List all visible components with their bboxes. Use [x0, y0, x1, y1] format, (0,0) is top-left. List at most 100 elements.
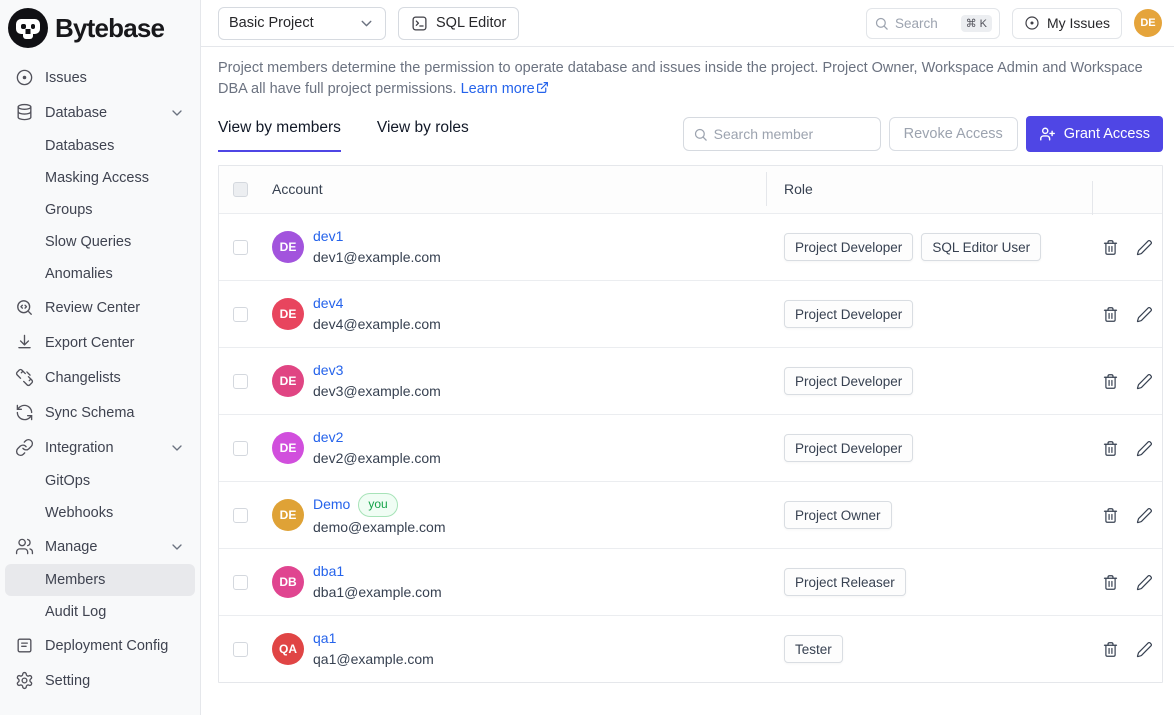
- select-all-checkbox[interactable]: [233, 182, 248, 197]
- member-email: dev2@example.com: [313, 448, 441, 469]
- member-email: qa1@example.com: [313, 649, 434, 670]
- project-select[interactable]: Basic Project: [218, 7, 386, 40]
- external-link-icon: [536, 81, 549, 94]
- sidebar-item-webhooks[interactable]: Webhooks: [5, 497, 195, 529]
- search-icon: [874, 16, 889, 31]
- sidebar-item-slow-queries[interactable]: Slow Queries: [5, 226, 195, 258]
- sidebar-item-sync-schema[interactable]: Sync Schema: [5, 395, 195, 430]
- tab-view-by-members[interactable]: View by members: [218, 119, 341, 152]
- you-badge: you: [358, 493, 397, 517]
- member-name-link[interactable]: dba1: [313, 561, 344, 582]
- sidebar-item-label: Export Center: [45, 335, 185, 351]
- sidebar-item-label: Slow Queries: [45, 234, 131, 250]
- search-member-box: [683, 117, 881, 151]
- sidebar-item-members[interactable]: Members: [5, 564, 195, 596]
- revoke-access-button[interactable]: Revoke Access: [889, 117, 1018, 151]
- sidebar-item-label: Database: [45, 105, 169, 121]
- search-shortcut-badge: ⌘ K: [961, 15, 992, 32]
- tab-view-by-roles[interactable]: View by roles: [377, 119, 469, 152]
- sidebar-item-changelists[interactable]: Changelists: [5, 360, 195, 395]
- edit-member-icon[interactable]: [1136, 373, 1153, 390]
- role-badges: Project Releaser: [766, 568, 1093, 596]
- member-email: dev4@example.com: [313, 314, 441, 335]
- sidebar-item-audit-log[interactable]: Audit Log: [5, 596, 195, 628]
- delete-member-icon[interactable]: [1102, 507, 1119, 524]
- delete-member-icon[interactable]: [1102, 440, 1119, 457]
- avatar: DE: [272, 432, 304, 464]
- edit-member-icon[interactable]: [1136, 440, 1153, 457]
- grant-access-button[interactable]: Grant Access: [1026, 116, 1163, 152]
- edit-member-icon[interactable]: [1136, 239, 1153, 256]
- edit-member-icon[interactable]: [1136, 507, 1153, 524]
- row-checkbox[interactable]: [233, 575, 248, 590]
- sidebar-item-label: Setting: [45, 673, 185, 689]
- sidebar-item-setting[interactable]: Setting: [5, 663, 195, 698]
- table-row: DE dev3 dev3@example.com Project Develop…: [219, 347, 1162, 414]
- edit-member-icon[interactable]: [1136, 306, 1153, 323]
- delete-member-icon[interactable]: [1102, 373, 1119, 390]
- global-search-input[interactable]: Search ⌘ K: [866, 8, 1000, 39]
- row-checkbox[interactable]: [233, 642, 248, 657]
- delete-member-icon[interactable]: [1102, 306, 1119, 323]
- row-checkbox[interactable]: [233, 307, 248, 322]
- sidebar-item-database[interactable]: Database: [5, 95, 195, 130]
- search-member-input[interactable]: [714, 126, 871, 142]
- members-toolbar: View by members View by roles Revoke Acc…: [218, 116, 1163, 152]
- role-badges: Project Developer: [766, 367, 1093, 395]
- role-badge: SQL Editor User: [921, 233, 1041, 261]
- sidebar-item-issues[interactable]: Issues: [5, 60, 195, 95]
- my-issues-button[interactable]: My Issues: [1012, 8, 1122, 39]
- project-select-value: Basic Project: [229, 15, 358, 31]
- search-placeholder: Search: [895, 16, 955, 31]
- sidebar-item-integration[interactable]: Integration: [5, 430, 195, 465]
- delete-member-icon[interactable]: [1102, 641, 1119, 658]
- member-name-link[interactable]: dev2: [313, 427, 343, 448]
- sidebar-item-manage[interactable]: Manage: [5, 529, 195, 564]
- sidebar-item-label: Groups: [45, 202, 93, 218]
- member-email: dba1@example.com: [313, 582, 442, 603]
- sidebar-item-label: Deployment Config: [45, 638, 185, 654]
- member-name-link[interactable]: dev3: [313, 360, 343, 381]
- sidebar-item-databases[interactable]: Databases: [5, 130, 195, 162]
- sidebar: Bytebase Issues Database Databases Maski…: [0, 0, 201, 715]
- sidebar-item-groups[interactable]: Groups: [5, 194, 195, 226]
- member-email: dev1@example.com: [313, 247, 441, 268]
- sql-editor-button[interactable]: SQL Editor: [398, 7, 519, 40]
- role-badge: Project Owner: [784, 501, 892, 529]
- edit-member-icon[interactable]: [1136, 574, 1153, 591]
- delete-member-icon[interactable]: [1102, 239, 1119, 256]
- row-checkbox[interactable]: [233, 240, 248, 255]
- sidebar-item-review-center[interactable]: Review Center: [5, 290, 195, 325]
- avatar: DE: [272, 298, 304, 330]
- avatar: DE: [272, 365, 304, 397]
- table-row: DE Demo you demo@example.com Project Own…: [219, 481, 1162, 548]
- role-badges: Project Developer: [766, 300, 1093, 328]
- link-icon: [15, 438, 34, 457]
- sidebar-item-deployment-config[interactable]: Deployment Config: [5, 628, 195, 663]
- sidebar-item-masking-access[interactable]: Masking Access: [5, 162, 195, 194]
- table-row: DE dev1 dev1@example.com Project Develop…: [219, 213, 1162, 280]
- delete-member-icon[interactable]: [1102, 574, 1119, 591]
- edit-member-icon[interactable]: [1136, 641, 1153, 658]
- member-name-link[interactable]: Demo: [313, 494, 350, 515]
- row-checkbox[interactable]: [233, 508, 248, 523]
- member-name-link[interactable]: qa1: [313, 628, 336, 649]
- brand-name: Bytebase: [55, 13, 164, 44]
- role-badge: Project Developer: [784, 367, 913, 395]
- sidebar-item-export-center[interactable]: Export Center: [5, 325, 195, 360]
- role-badge: Project Developer: [784, 434, 913, 462]
- sidebar-item-label: Databases: [45, 138, 114, 154]
- row-checkbox[interactable]: [233, 374, 248, 389]
- bytebase-logo[interactable]: Bytebase: [0, 0, 200, 54]
- sidebar-item-label: Integration: [45, 440, 169, 456]
- terminal-icon: [411, 15, 428, 32]
- learn-more-link[interactable]: Learn more: [461, 81, 535, 97]
- member-name-link[interactable]: dev4: [313, 293, 343, 314]
- member-name-link[interactable]: dev1: [313, 226, 343, 247]
- avatar: DB: [272, 566, 304, 598]
- sidebar-item-label: Members: [45, 572, 105, 588]
- sidebar-item-gitops[interactable]: GitOps: [5, 465, 195, 497]
- user-avatar[interactable]: DE: [1134, 9, 1162, 37]
- row-checkbox[interactable]: [233, 441, 248, 456]
- sidebar-item-anomalies[interactable]: Anomalies: [5, 258, 195, 290]
